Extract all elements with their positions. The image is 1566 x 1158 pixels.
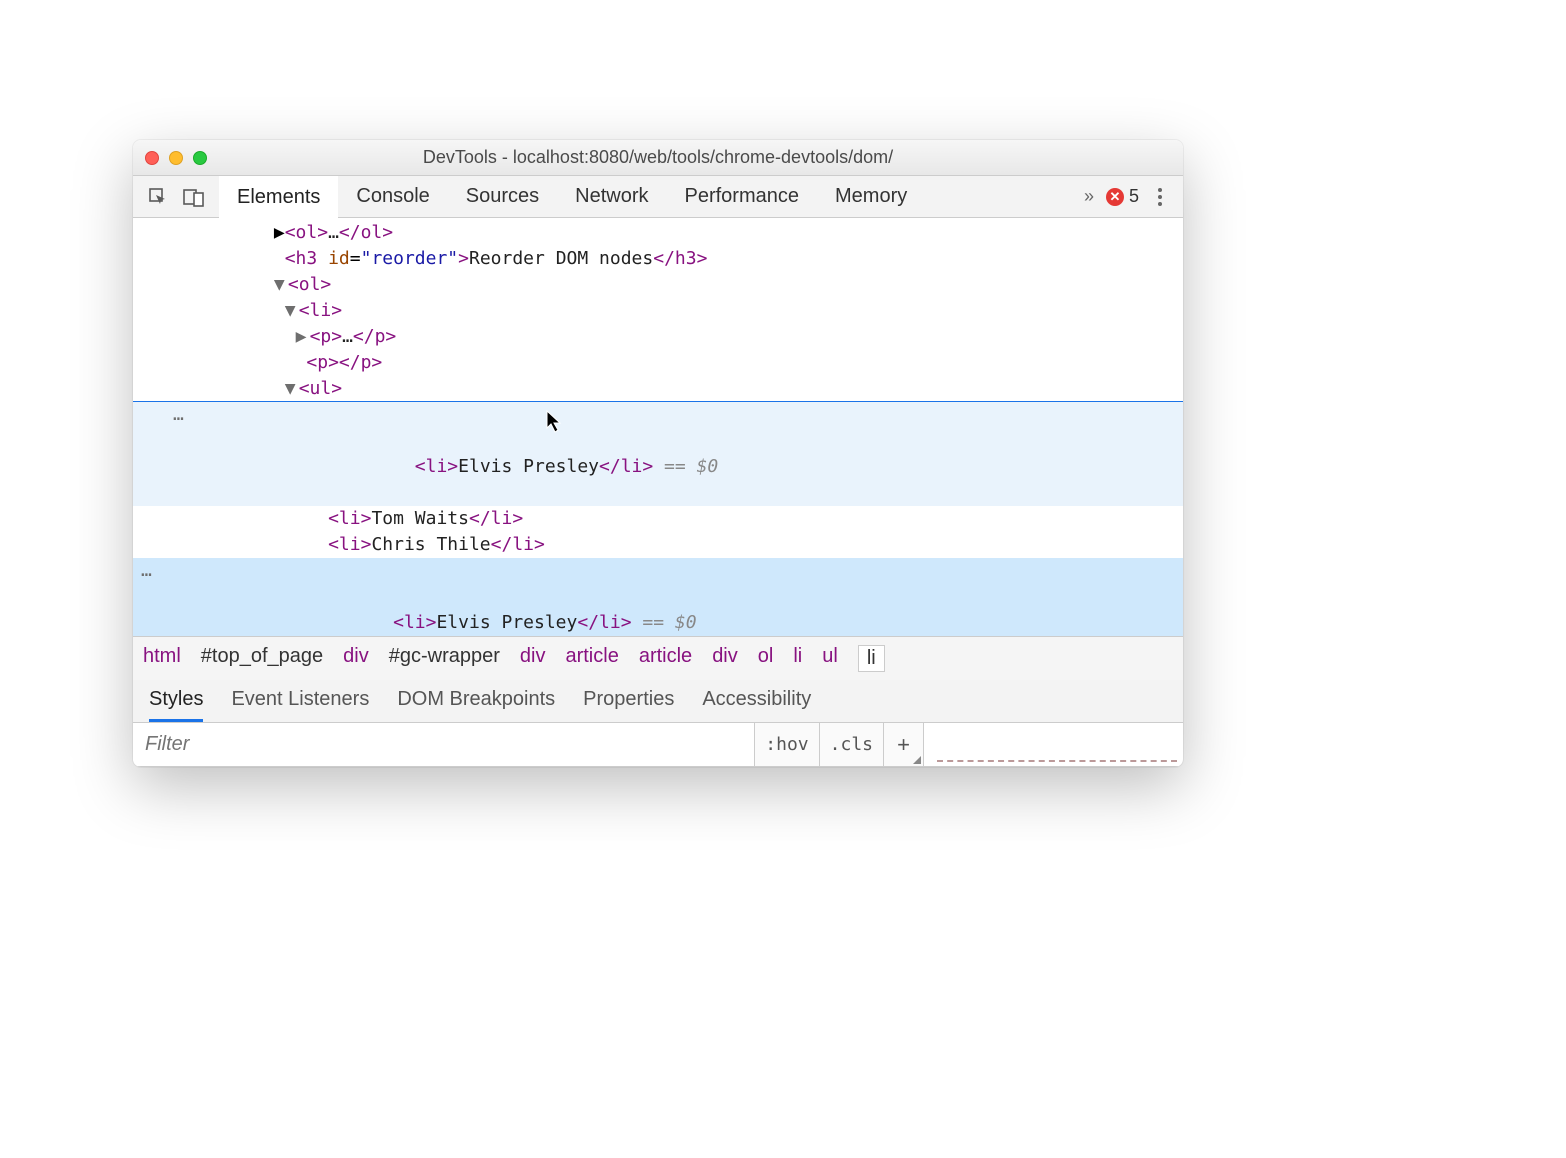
hover-state-button[interactable]: :hov [754,723,818,766]
tree-row[interactable]: ▼<ul> [133,376,1183,402]
breadcrumb-item[interactable]: #top_of_page [201,645,323,672]
class-toggle-button[interactable]: .cls [819,723,883,766]
tab-memory[interactable]: Memory [817,176,925,217]
tree-row[interactable]: <p></p> [133,350,1183,376]
filter-input[interactable] [133,723,754,766]
chevron-down-icon[interactable]: ▼ [274,272,288,298]
box-model-pane [923,723,1183,766]
tab-accessibility[interactable]: Accessibility [702,688,811,722]
new-style-rule-button[interactable]: + [883,723,923,766]
panel-tabs: Elements Console Sources Network Perform… [219,176,925,217]
breadcrumb-item[interactable]: li [793,645,802,672]
tree-row-dragging[interactable]: … <li>Elvis Presley</li> == $0 [133,402,1183,506]
tree-row[interactable]: <li>Tom Waits</li> [133,506,1183,532]
breadcrumb-item[interactable]: article [565,645,618,672]
chevron-down-icon[interactable]: ▼ [285,298,299,324]
window-controls [145,151,207,165]
breadcrumb-item[interactable]: html [143,645,181,672]
devtools-window: DevTools - localhost:8080/web/tools/chro… [133,140,1183,767]
breadcrumb-item[interactable]: ul [822,645,838,672]
error-count-badge[interactable]: ✕ 5 [1106,186,1139,207]
breadcrumb-item[interactable]: article [639,645,692,672]
breadcrumb-item[interactable]: ol [758,645,774,672]
styles-filter-bar: :hov .cls + [133,723,1183,767]
tab-performance[interactable]: Performance [667,176,818,217]
window-title: DevTools - localhost:8080/web/tools/chro… [133,147,1183,168]
inspect-element-icon[interactable] [147,186,169,208]
close-window-button[interactable] [145,151,159,165]
chevron-right-icon[interactable]: ▶ [296,324,310,350]
breadcrumb-item-selected[interactable]: li [858,645,885,672]
breadcrumb-item[interactable]: div [343,645,369,672]
tree-row[interactable]: <h3 id="reorder">Reorder DOM nodes</h3> [133,246,1183,272]
tree-row-selected[interactable]: … <li>Elvis Presley</li> == $0 [133,558,1183,636]
breadcrumb-item[interactable]: #gc-wrapper [389,645,500,672]
zoom-window-button[interactable] [193,151,207,165]
tab-dom-breakpoints[interactable]: DOM Breakpoints [397,688,555,722]
tab-properties[interactable]: Properties [583,688,674,722]
minimize-window-button[interactable] [169,151,183,165]
drag-handle-icon: … [141,558,154,584]
breadcrumb-item[interactable]: div [712,645,738,672]
tree-row[interactable]: ▼<li> [133,298,1183,324]
tab-styles[interactable]: Styles [149,688,203,722]
error-icon: ✕ [1106,188,1124,206]
error-count: 5 [1129,186,1139,207]
settings-menu-button[interactable] [1151,188,1169,206]
tab-event-listeners[interactable]: Event Listeners [231,688,369,722]
drag-handle-icon: … [173,402,186,428]
main-toolbar: Elements Console Sources Network Perform… [133,176,1183,218]
overflow-tabs-button[interactable]: » [1084,186,1094,207]
device-toolbar-icon[interactable] [183,186,205,208]
titlebar: DevTools - localhost:8080/web/tools/chro… [133,140,1183,176]
styles-pane-tabs: Styles Event Listeners DOM Breakpoints P… [133,680,1183,723]
tab-elements[interactable]: Elements [219,176,338,217]
tree-row[interactable]: ▶<p>…</p> [133,324,1183,350]
breadcrumb: html #top_of_page div #gc-wrapper div ar… [133,636,1183,680]
tab-console[interactable]: Console [338,176,447,217]
chevron-down-icon[interactable]: ▼ [285,376,299,402]
tree-row[interactable]: ▶<ol>…</ol> [133,220,1183,246]
tab-sources[interactable]: Sources [448,176,557,217]
tab-network[interactable]: Network [557,176,666,217]
dom-tree[interactable]: ▶<ol>…</ol> <h3 id="reorder">Reorder DOM… [133,218,1183,636]
tree-row[interactable]: ▼<ol> [133,272,1183,298]
tree-row[interactable]: <li>Chris Thile</li> [133,532,1183,558]
breadcrumb-item[interactable]: div [520,645,546,672]
